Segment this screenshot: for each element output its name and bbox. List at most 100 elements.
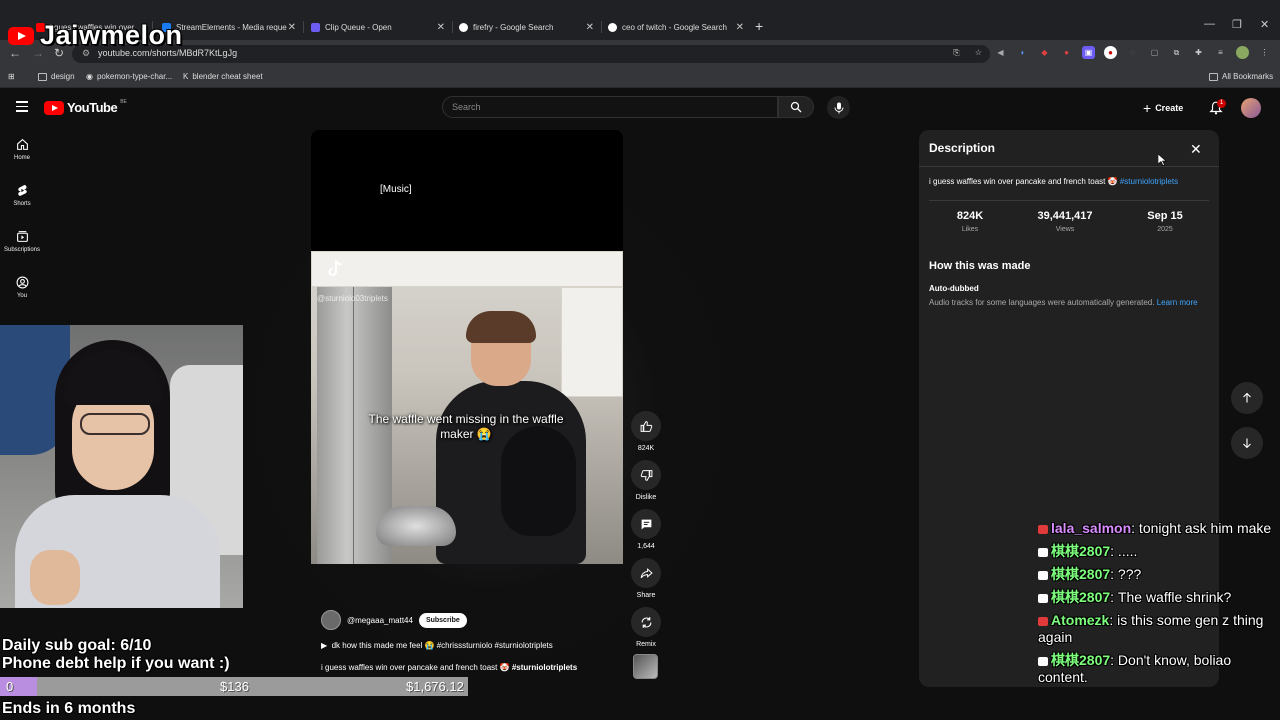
bookmark-design[interactable]: design bbox=[38, 72, 75, 81]
close-description-icon[interactable]: ✕ bbox=[1190, 141, 1202, 158]
all-bookmarks[interactable]: All Bookmarks bbox=[1209, 72, 1273, 81]
short-title-text: i guess waffles win over pancake and fre… bbox=[321, 663, 510, 672]
tab-clip-queue[interactable]: Clip Queue - Open ✕ bbox=[311, 17, 445, 37]
bookmark-label: All Bookmarks bbox=[1222, 72, 1274, 81]
previous-short-button[interactable] bbox=[1231, 382, 1263, 414]
extension-icon[interactable]: ▢ bbox=[1148, 46, 1161, 59]
comment-count: 1,644 bbox=[637, 543, 655, 550]
tab-firefry-search[interactable]: firefry - Google Search ✕ bbox=[459, 17, 594, 37]
sound-thumbnail[interactable] bbox=[633, 654, 658, 679]
search-input[interactable] bbox=[442, 96, 778, 118]
sub-goal-text: Daily sub goal: 6/10 bbox=[2, 637, 152, 654]
how-made-heading: How this was made bbox=[929, 260, 1031, 272]
new-tab-plus-icon[interactable]: + bbox=[755, 18, 763, 34]
extension-icon[interactable]: ◗ bbox=[1016, 46, 1029, 59]
chat-message: 棋棋2807: ..... bbox=[1038, 543, 1280, 560]
channel-avatar[interactable] bbox=[321, 610, 341, 630]
comments-button[interactable]: 1,644 bbox=[630, 509, 662, 550]
install-app-icon[interactable]: ⎘ bbox=[950, 46, 963, 59]
short-title-hashtag[interactable]: #sturniolotriplets bbox=[512, 663, 577, 672]
minimize-icon[interactable]: — bbox=[1204, 18, 1215, 30]
auto-dubbed-body: Audio tracks for some languages were aut… bbox=[929, 298, 1155, 307]
extension-icon[interactable]: ● bbox=[1104, 46, 1117, 59]
shorts-icon bbox=[17, 185, 27, 196]
tiktok-watermark-user: @sturniolo03triplets bbox=[317, 294, 388, 303]
ends-text: Ends in 6 months bbox=[2, 700, 136, 717]
maximize-icon[interactable]: ❐ bbox=[1232, 18, 1242, 31]
donation-total: $1,676.12 bbox=[406, 679, 464, 694]
google-favicon-icon bbox=[608, 22, 617, 32]
stat-views: 39,441,417 Views bbox=[1020, 210, 1110, 233]
extension-icon[interactable]: ● bbox=[1060, 46, 1073, 59]
close-tab-icon[interactable]: ✕ bbox=[437, 22, 445, 33]
tab-ceo-of-twitch[interactable]: ceo of twitch - Google Search ✕ bbox=[608, 17, 744, 37]
chat-username: 棋棋2807 bbox=[1051, 652, 1111, 668]
next-short-button[interactable] bbox=[1231, 427, 1263, 459]
bookmark-pokemon[interactable]: ◉ pokemon-type-char... bbox=[86, 72, 172, 81]
nav-shorts[interactable]: Shorts bbox=[0, 184, 44, 207]
share-arrow-icon bbox=[640, 567, 653, 578]
youtube-home-logo[interactable]: YouTube BE bbox=[44, 99, 127, 115]
extension-icon[interactable]: ◌ bbox=[1126, 46, 1139, 59]
bookmark-label: blender cheat sheet bbox=[192, 72, 263, 81]
tiktok-logo-icon bbox=[328, 260, 342, 277]
nav-label: Home bbox=[13, 155, 30, 161]
learn-more-link[interactable]: Learn more bbox=[1157, 298, 1198, 307]
subscribe-button[interactable]: Subscribe bbox=[418, 612, 467, 628]
dislike-label: Dislike bbox=[635, 494, 657, 501]
media-control-icon[interactable]: ≡ bbox=[1214, 46, 1227, 59]
chat-badge-icon bbox=[1038, 616, 1048, 626]
dislike-button[interactable]: Dislike bbox=[630, 460, 662, 501]
chat-badge-icon bbox=[1038, 547, 1048, 557]
bookmark-label: pokemon-type-char... bbox=[96, 72, 173, 81]
folder-icon bbox=[38, 72, 47, 81]
extension-icon[interactable]: ▣ bbox=[1082, 46, 1095, 59]
channel-row: @megaaa_matt44 Subscribe bbox=[321, 610, 467, 630]
nav-subscriptions[interactable]: Subscriptions bbox=[0, 230, 44, 253]
bookmark-star-icon[interactable]: ☆ bbox=[972, 46, 985, 59]
chat-text: : ..... bbox=[1110, 543, 1138, 559]
window-close-icon[interactable]: ✕ bbox=[1260, 18, 1269, 31]
clip-queue-favicon-icon bbox=[311, 22, 320, 32]
profile-avatar-icon[interactable] bbox=[1236, 46, 1249, 59]
create-label: Create bbox=[1155, 103, 1184, 113]
comment-icon bbox=[641, 519, 651, 529]
close-tab-icon[interactable]: ✕ bbox=[586, 22, 594, 33]
search-placeholder: Search bbox=[452, 102, 481, 112]
sound-row[interactable]: ▶ dk how this made me feel 😭 #chrissstur… bbox=[321, 641, 553, 650]
play-sound-icon: ▶ bbox=[321, 641, 332, 650]
chat-message: Atomezk: is this some gen z thing again bbox=[1038, 612, 1280, 646]
tab-title: ceo of twitch - Google Search bbox=[622, 22, 727, 32]
tab-title: StreamElements - Media reque bbox=[176, 22, 287, 32]
chat-username: lala_salmon bbox=[1051, 520, 1132, 536]
create-button[interactable]: + Create bbox=[1143, 100, 1183, 116]
remix-label: Remix bbox=[636, 641, 656, 648]
voice-search-button[interactable] bbox=[827, 96, 850, 119]
stat-label: Views bbox=[1055, 226, 1075, 233]
extension-icon[interactable]: ◆ bbox=[1038, 46, 1051, 59]
extension-icon[interactable]: ⧉ bbox=[1170, 46, 1183, 59]
like-button[interactable]: 824K bbox=[630, 411, 662, 452]
stat-label: Likes bbox=[961, 226, 979, 233]
apps-grid-icon[interactable]: ⊞ bbox=[8, 72, 15, 81]
bookmark-blender[interactable]: K blender cheat sheet bbox=[183, 72, 263, 81]
menu-hamburger-icon[interactable] bbox=[16, 101, 28, 115]
close-tab-icon[interactable]: ✕ bbox=[288, 22, 296, 33]
video-subtitle: The waffle went missing in the waffle ma… bbox=[368, 412, 564, 441]
description-hashtag[interactable]: #sturniolotriplets bbox=[1120, 177, 1178, 186]
donation-mid: $136 bbox=[220, 679, 249, 694]
stat-date: Sep 15 2025 bbox=[1120, 210, 1210, 233]
browser-menu-icon[interactable]: ⋮ bbox=[1258, 46, 1271, 59]
close-tab-icon[interactable]: ✕ bbox=[736, 22, 744, 33]
account-avatar[interactable] bbox=[1241, 98, 1261, 118]
search-button[interactable] bbox=[778, 96, 814, 118]
stat-value: 39,441,417 bbox=[1037, 210, 1093, 222]
audio-icon[interactable]: ◀ bbox=[994, 46, 1007, 59]
channel-name[interactable]: @megaaa_matt44 bbox=[347, 616, 413, 625]
extensions-puzzle-icon[interactable]: ✚ bbox=[1192, 46, 1205, 59]
k-site-icon: K bbox=[183, 72, 189, 81]
share-button[interactable]: Share bbox=[630, 558, 662, 599]
remix-button[interactable]: Remix bbox=[630, 607, 662, 648]
nav-home[interactable]: Home bbox=[0, 138, 44, 161]
nav-you[interactable]: You bbox=[0, 276, 44, 299]
